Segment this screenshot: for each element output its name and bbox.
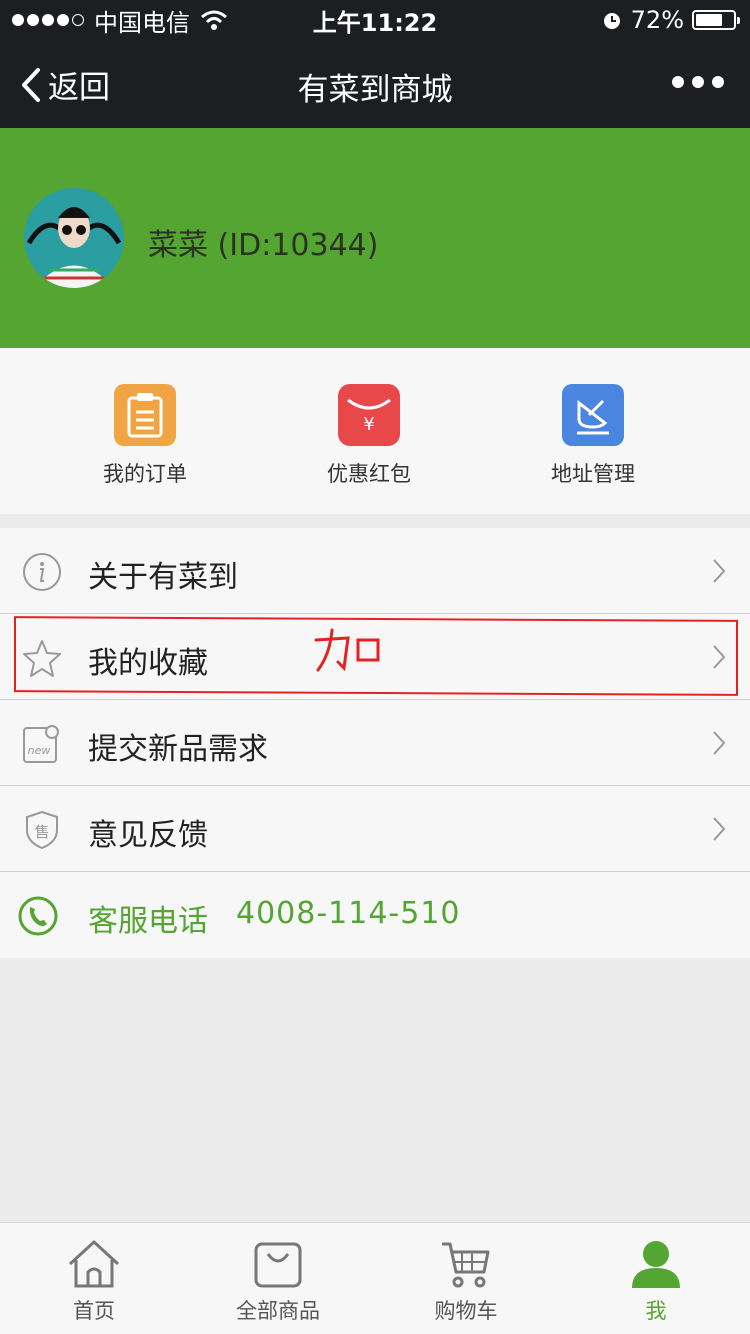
quick-actions: 我的订单 ¥ 优惠红包 地址管理: [0, 348, 750, 514]
info-icon: [23, 553, 61, 591]
more-dot-icon: [672, 76, 684, 88]
page-title: 有菜到商城: [297, 72, 453, 108]
service-label: 客服电话: [88, 904, 208, 939]
more-button[interactable]: [672, 76, 724, 88]
battery-icon: [692, 10, 740, 30]
menu-item-label: 意见反馈: [88, 818, 208, 853]
red-packet-button[interactable]: ¥ 优惠红包: [294, 384, 444, 488]
menu-item-label: 关于有菜到: [88, 560, 238, 595]
battery-percent: 72%: [630, 6, 684, 34]
address-icon: [562, 384, 624, 446]
more-dot-icon: [692, 76, 704, 88]
bag-icon: [254, 1242, 302, 1288]
tab-label: 首页: [73, 1299, 115, 1323]
menu-list: 关于有菜到 我的收藏 new 提交新品需求 售 意见反馈 客服电话 4008-1…: [0, 528, 750, 958]
username: 菜菜 (ID:10344): [148, 228, 379, 263]
home-icon: [68, 1240, 120, 1288]
chevron-right-icon: [713, 559, 726, 583]
tab-label: 全部商品: [236, 1299, 320, 1323]
annotation-handwriting: [314, 628, 380, 672]
feedback-shield-icon: 售: [26, 810, 58, 850]
svg-text:售: 售: [34, 823, 49, 841]
menu-item-feedback[interactable]: 售 意见反馈: [0, 786, 750, 872]
nav-bar: 返回 有菜到商城: [0, 40, 750, 128]
menu-item-label: 提交新品需求: [88, 732, 268, 767]
tab-label: 我: [645, 1299, 667, 1323]
user-icon: [632, 1241, 680, 1288]
avatar[interactable]: [24, 188, 124, 288]
chevron-right-icon: [713, 731, 726, 755]
tab-me[interactable]: 我: [576, 1237, 736, 1325]
new-tag-icon: new: [23, 725, 59, 763]
svg-text:new: new: [28, 744, 51, 757]
service-phone-number[interactable]: 4008-114-510: [236, 896, 461, 931]
status-bar: 中国电信 上午11:22 72%: [0, 0, 750, 40]
address-button[interactable]: 地址管理: [518, 384, 668, 488]
my-orders-button[interactable]: 我的订单: [70, 384, 220, 488]
alarm-icon: [603, 13, 620, 29]
tab-cart[interactable]: 购物车: [386, 1237, 546, 1325]
more-dot-icon: [712, 76, 724, 88]
red-packet-label: 优惠红包: [327, 462, 411, 486]
menu-item-new-request[interactable]: new 提交新品需求: [0, 700, 750, 786]
address-label: 地址管理: [551, 462, 635, 486]
orders-icon: [114, 384, 176, 446]
customer-service-row[interactable]: 客服电话 4008-114-510: [0, 872, 750, 958]
tab-bar: 首页 全部商品 购物车 我: [0, 1222, 750, 1334]
chevron-right-icon: [713, 817, 726, 841]
phone-icon: [18, 896, 58, 936]
profile-header: 菜菜 (ID:10344): [0, 128, 750, 348]
my-orders-label: 我的订单: [103, 462, 187, 486]
svg-text:¥: ¥: [363, 414, 374, 435]
tab-home[interactable]: 首页: [14, 1237, 174, 1325]
tab-label: 购物车: [434, 1299, 498, 1323]
cart-icon: [442, 1242, 490, 1288]
menu-item-about[interactable]: 关于有菜到: [0, 528, 750, 614]
red-packet-icon: ¥: [338, 384, 400, 446]
tab-all-products[interactable]: 全部商品: [198, 1237, 358, 1325]
